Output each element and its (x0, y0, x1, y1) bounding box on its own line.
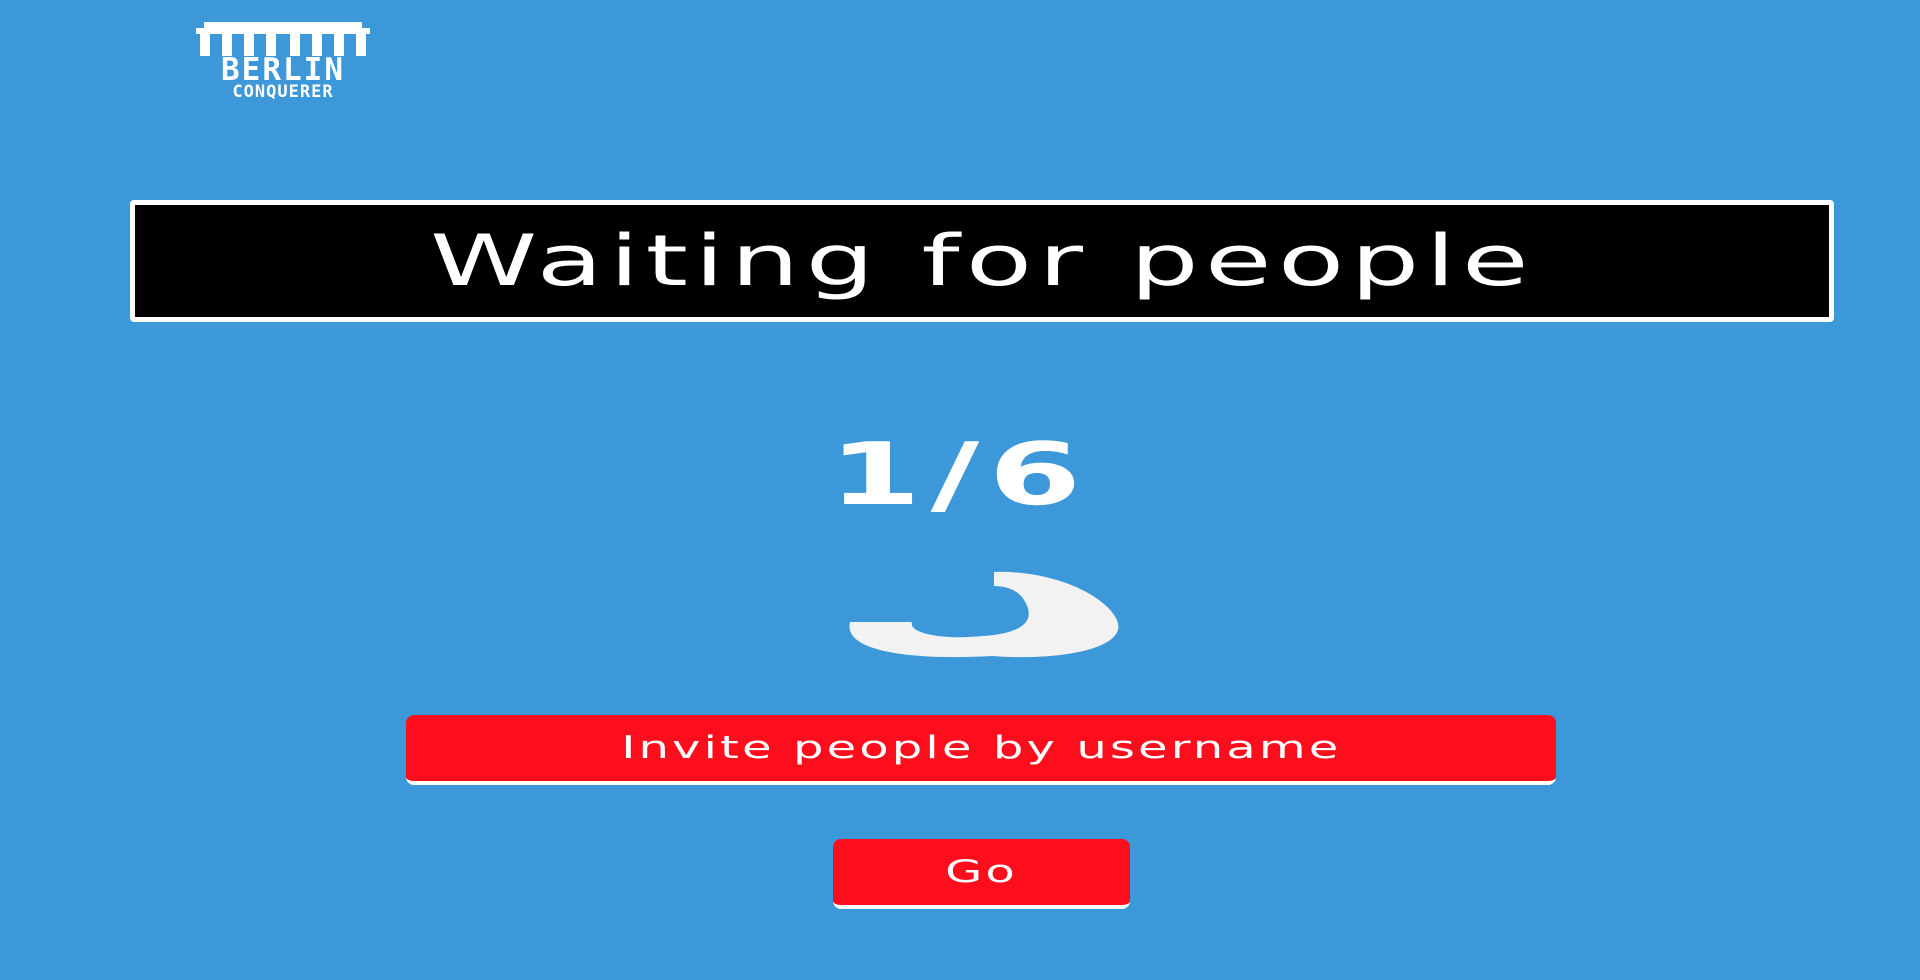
loading-spinner-icon (842, 570, 1122, 660)
player-counter: 1/6 (0, 425, 1920, 525)
berlin-conquerer-logo: BERLIN CONQUERER (174, 22, 392, 102)
invite-by-username-button[interactable]: Invite people by username (406, 715, 1556, 785)
go-button[interactable]: Go (833, 839, 1130, 909)
player-count-text: 1/6 (828, 425, 1092, 525)
invite-button-label: Invite people by username (620, 730, 1342, 766)
waiting-room-page: BERLIN CONQUERER Waiting for people 1/6 … (0, 0, 1920, 980)
go-button-label: Go (945, 854, 1018, 890)
logo-line-conquerer: CONQUERER (232, 82, 334, 102)
page-title: Waiting for people (429, 220, 1535, 302)
title-banner: Waiting for people (130, 200, 1834, 322)
